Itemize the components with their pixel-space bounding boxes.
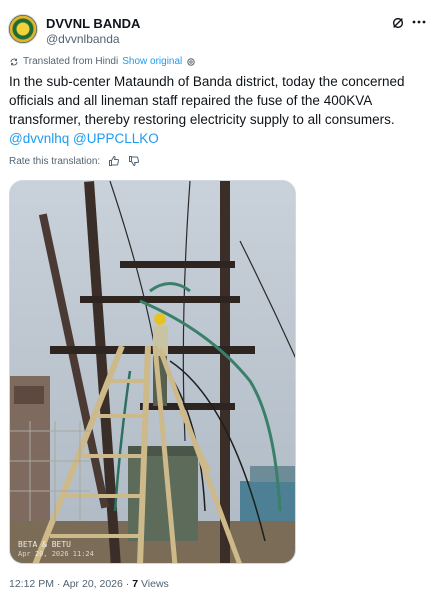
tweet-text: In the sub-center Mataundh of Banda dist…: [9, 72, 419, 148]
show-original-link[interactable]: Show original: [122, 56, 182, 67]
tweet-media-photo[interactable]: BETA & BETU Apr 20, 2026 11:24: [9, 180, 296, 564]
tweet-body: In the sub-center Mataundh of Banda dist…: [9, 74, 405, 127]
rate-translation-row: Rate this translation:: [9, 155, 140, 167]
meta-separator: ·: [125, 578, 130, 590]
photo-watermark: BETA & BETU: [18, 540, 71, 549]
mention-link[interactable]: @dvvnlhq: [9, 131, 69, 146]
tweet-time[interactable]: 12:12 PM: [9, 578, 54, 590]
photo-watermark-date: Apr 20, 2026 11:24: [18, 550, 94, 558]
mention-link[interactable]: @UPPCLLKO: [73, 131, 159, 146]
more-options-icon[interactable]: [411, 14, 427, 30]
translation-row: Translated from Hindi Show original: [9, 56, 196, 67]
thumbs-up-icon[interactable]: [108, 155, 120, 167]
rate-translation-label: Rate this translation:: [9, 155, 101, 167]
avatar[interactable]: [8, 14, 38, 44]
views-label: Views: [140, 578, 169, 590]
display-name[interactable]: DVVNL BANDA: [46, 16, 140, 31]
tweet-header: DVVNL BANDA @dvvnlbanda: [8, 10, 427, 50]
account-handle[interactable]: @dvvnlbanda: [46, 32, 120, 46]
tweet-meta: 12:12 PM · Apr 20, 2026 · 7 Views: [9, 578, 169, 590]
transformer-photo: [10, 181, 295, 563]
translated-from-label: Translated from Hindi: [23, 56, 119, 67]
views-count: 7: [132, 578, 139, 590]
thumbs-down-icon[interactable]: [128, 155, 140, 167]
translate-icon: [10, 58, 18, 65]
grok-icon[interactable]: [391, 16, 405, 30]
tweet-date[interactable]: Apr 20, 2026: [63, 578, 123, 590]
gear-icon[interactable]: [186, 57, 196, 67]
meta-separator: ·: [56, 578, 61, 590]
